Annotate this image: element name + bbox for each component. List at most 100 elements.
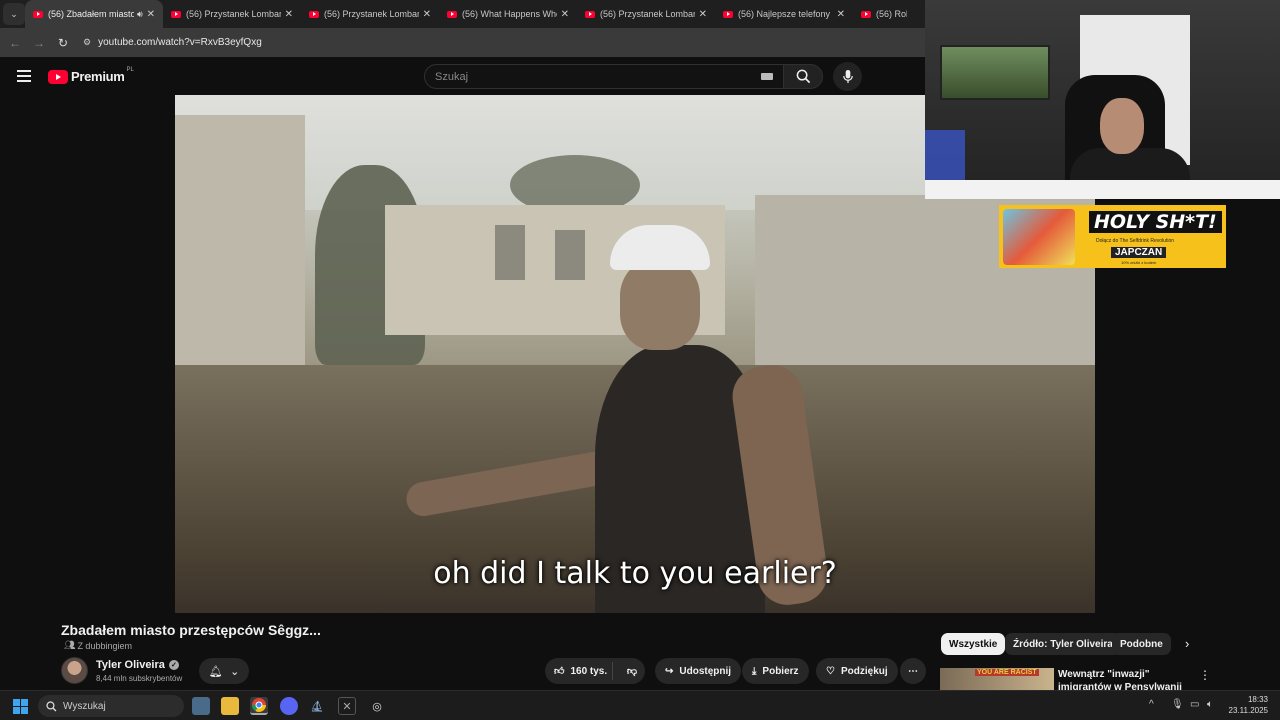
notifications-button[interactable]: 🔔︎ ⌄ [199,658,249,684]
ad-brand: JAPCZAN [1111,247,1167,258]
share-label: Udostępnij [679,665,732,677]
video-title: Zbadałem miasto przestępców Sêggz... [61,622,321,638]
search-button[interactable] [783,64,823,89]
browser-tab-strip: ⌄ (56) Zbadałem miasto 🔊︎ ✕ (56) Przysta… [0,0,925,28]
youtube-favicon-icon [33,10,43,18]
volume-icon[interactable]: 🔈︎ [1207,699,1213,710]
channel-name[interactable]: Tyler Oliveira ✓ [96,659,179,671]
chip-from-channel[interactable]: Źródło: Tyler Oliveira [1005,633,1121,655]
search-input[interactable]: Szukaj [424,64,784,89]
thumbnail-text: YOU ARE RACIST [975,669,1039,676]
heart-dollar-icon: ♡ [826,665,835,677]
dubbing-badge: 👥︎ Z dubbingiem [64,640,132,651]
youtube-favicon-icon [171,10,181,18]
forward-arrow-icon[interactable]: → [27,36,51,50]
taskbar-search[interactable]: Wyszukaj [38,695,184,717]
like-dislike-group: 👍︎ 160 tys. 👎︎ [545,658,645,684]
video-frame-face [620,260,700,350]
dubbing-icon: 👥︎ [64,640,76,650]
recommendation-thumbnail[interactable]: YOU ARE RACIST [940,668,1054,690]
share-button[interactable]: ↪ Udostępnij [655,658,742,684]
clock[interactable]: 18:33 23.11.2025 [1226,694,1268,716]
discord-icon[interactable] [280,697,298,715]
more-vertical-icon[interactable]: ⋮ [1199,668,1211,682]
close-tab-icon[interactable]: ✕ [285,9,293,20]
close-tab-icon[interactable]: ✕ [699,9,707,20]
dislike-button[interactable]: 👎︎ [619,665,645,677]
chip-all[interactable]: Wszystkie [941,633,1006,655]
thumbs-up-icon: 👍︎ [554,666,565,677]
speaker-icon[interactable]: 🔊︎ [137,9,143,20]
download-button[interactable]: ⤓ Pobierz [742,658,809,684]
thumbs-down-icon: 👎︎ [626,666,637,677]
clock-date: 23.11.2025 [1228,706,1268,715]
windows-start-icon[interactable] [13,699,28,714]
browser-tab[interactable]: (56) What Happens When ✕ [439,0,577,28]
chrome-icon[interactable] [250,697,268,715]
obs-icon[interactable]: ◎ [368,697,386,715]
task-view-icon[interactable] [192,697,210,715]
video-subtitle: oh did I talk to you earlier? [433,556,837,591]
close-tab-icon[interactable]: ✕ [423,9,431,20]
url-field[interactable]: ⚙ youtube.com/watch?v=RxvB3eyfQxg [83,37,262,48]
like-button[interactable]: 👍︎ 160 tys. [545,662,613,680]
reload-icon[interactable]: ↻ [51,36,75,50]
download-label: Pobierz [762,665,799,677]
youtube-favicon-icon [585,10,595,18]
ad-subline: Dołącz do The Selfdrink Revolution [1096,238,1175,244]
back-arrow-icon[interactable]: ← [3,36,27,50]
close-tab-icon[interactable]: ✕ [147,9,155,20]
youtube-favicon-icon [309,10,319,18]
tab-title: (56) Przystanek Lombard [324,9,419,19]
browser-tab[interactable]: (56) Zbadałem miasto 🔊︎ ✕ [25,0,163,28]
bell-icon: 🔔︎ [208,665,223,678]
chevron-right-icon[interactable]: › [1185,636,1189,651]
webcam-aquarium [940,45,1050,100]
tab-title: (56) Najlepsze telefony ro [738,9,833,19]
verified-check-icon: ✓ [168,660,179,670]
dubbing-label: Z dubbingiem [77,640,132,651]
youtube-favicon-icon [723,10,733,18]
browser-tab[interactable]: (56) Przystanek Lombard ✕ [577,0,715,28]
taskbar-search-label: Wyszukaj [63,700,106,712]
close-tab-icon[interactable]: ✕ [837,9,845,20]
browser-tab[interactable]: (56) Najlepsze telefony ro ✕ [715,0,853,28]
file-explorer-icon[interactable] [221,697,239,715]
keyboard-icon[interactable] [761,73,773,80]
youtube-logo[interactable]: Premium PL [48,66,134,84]
more-horizontal-icon: ⋯ [908,665,918,677]
chevron-up-icon[interactable]: ^ [1149,699,1154,710]
webcam-light [925,130,965,180]
thanks-label: Podziękuj [840,665,888,677]
logo-word: Premium [71,69,125,84]
voice-search-button[interactable] [833,62,862,91]
channel-name-text: Tyler Oliveira [96,659,165,671]
tab-title: (56) Zbadałem miasto [48,9,134,19]
network-icon[interactable]: ▭ [1190,699,1199,710]
recommendation-title[interactable]: Wewnątrz "inwazji" imigrantów w Pensylwa… [1058,668,1198,690]
microphone-icon[interactable]: 🎙︎ [1171,699,1184,710]
steam-icon[interactable]: ⛵︎ [308,697,326,715]
tab-search-chevron-icon[interactable]: ⌄ [3,3,25,25]
menu-icon[interactable] [17,70,31,82]
chip-related[interactable]: Podobne [1112,633,1171,655]
more-actions-button[interactable]: ⋯ [900,658,926,684]
search-icon [796,69,810,84]
browser-tab[interactable]: (56) Przystanek Lombard ✕ [301,0,439,28]
app-icon[interactable]: ✕ [338,697,356,715]
youtube-favicon-icon [447,10,457,18]
youtube-play-icon [48,69,68,84]
thanks-button[interactable]: ♡ Podziękuj [816,658,898,684]
share-icon: ↪ [665,665,674,677]
video-frame-house [175,115,305,365]
site-info-icon[interactable]: ⚙ [83,37,91,48]
youtube-favicon-icon [861,10,871,18]
close-tab-icon[interactable]: ✕ [561,9,569,20]
logo-region: PL [126,66,134,73]
browser-tab[interactable]: (56) Przystanek Lombard ✕ [163,0,301,28]
browser-tab[interactable]: (56) Robalini [853,0,915,28]
microphone-icon [842,69,853,84]
channel-avatar[interactable] [61,657,88,684]
tab-title: (56) Przystanek Lombard [600,9,695,19]
ad-discount-text: 10% zniżki z kodem [1121,260,1157,265]
